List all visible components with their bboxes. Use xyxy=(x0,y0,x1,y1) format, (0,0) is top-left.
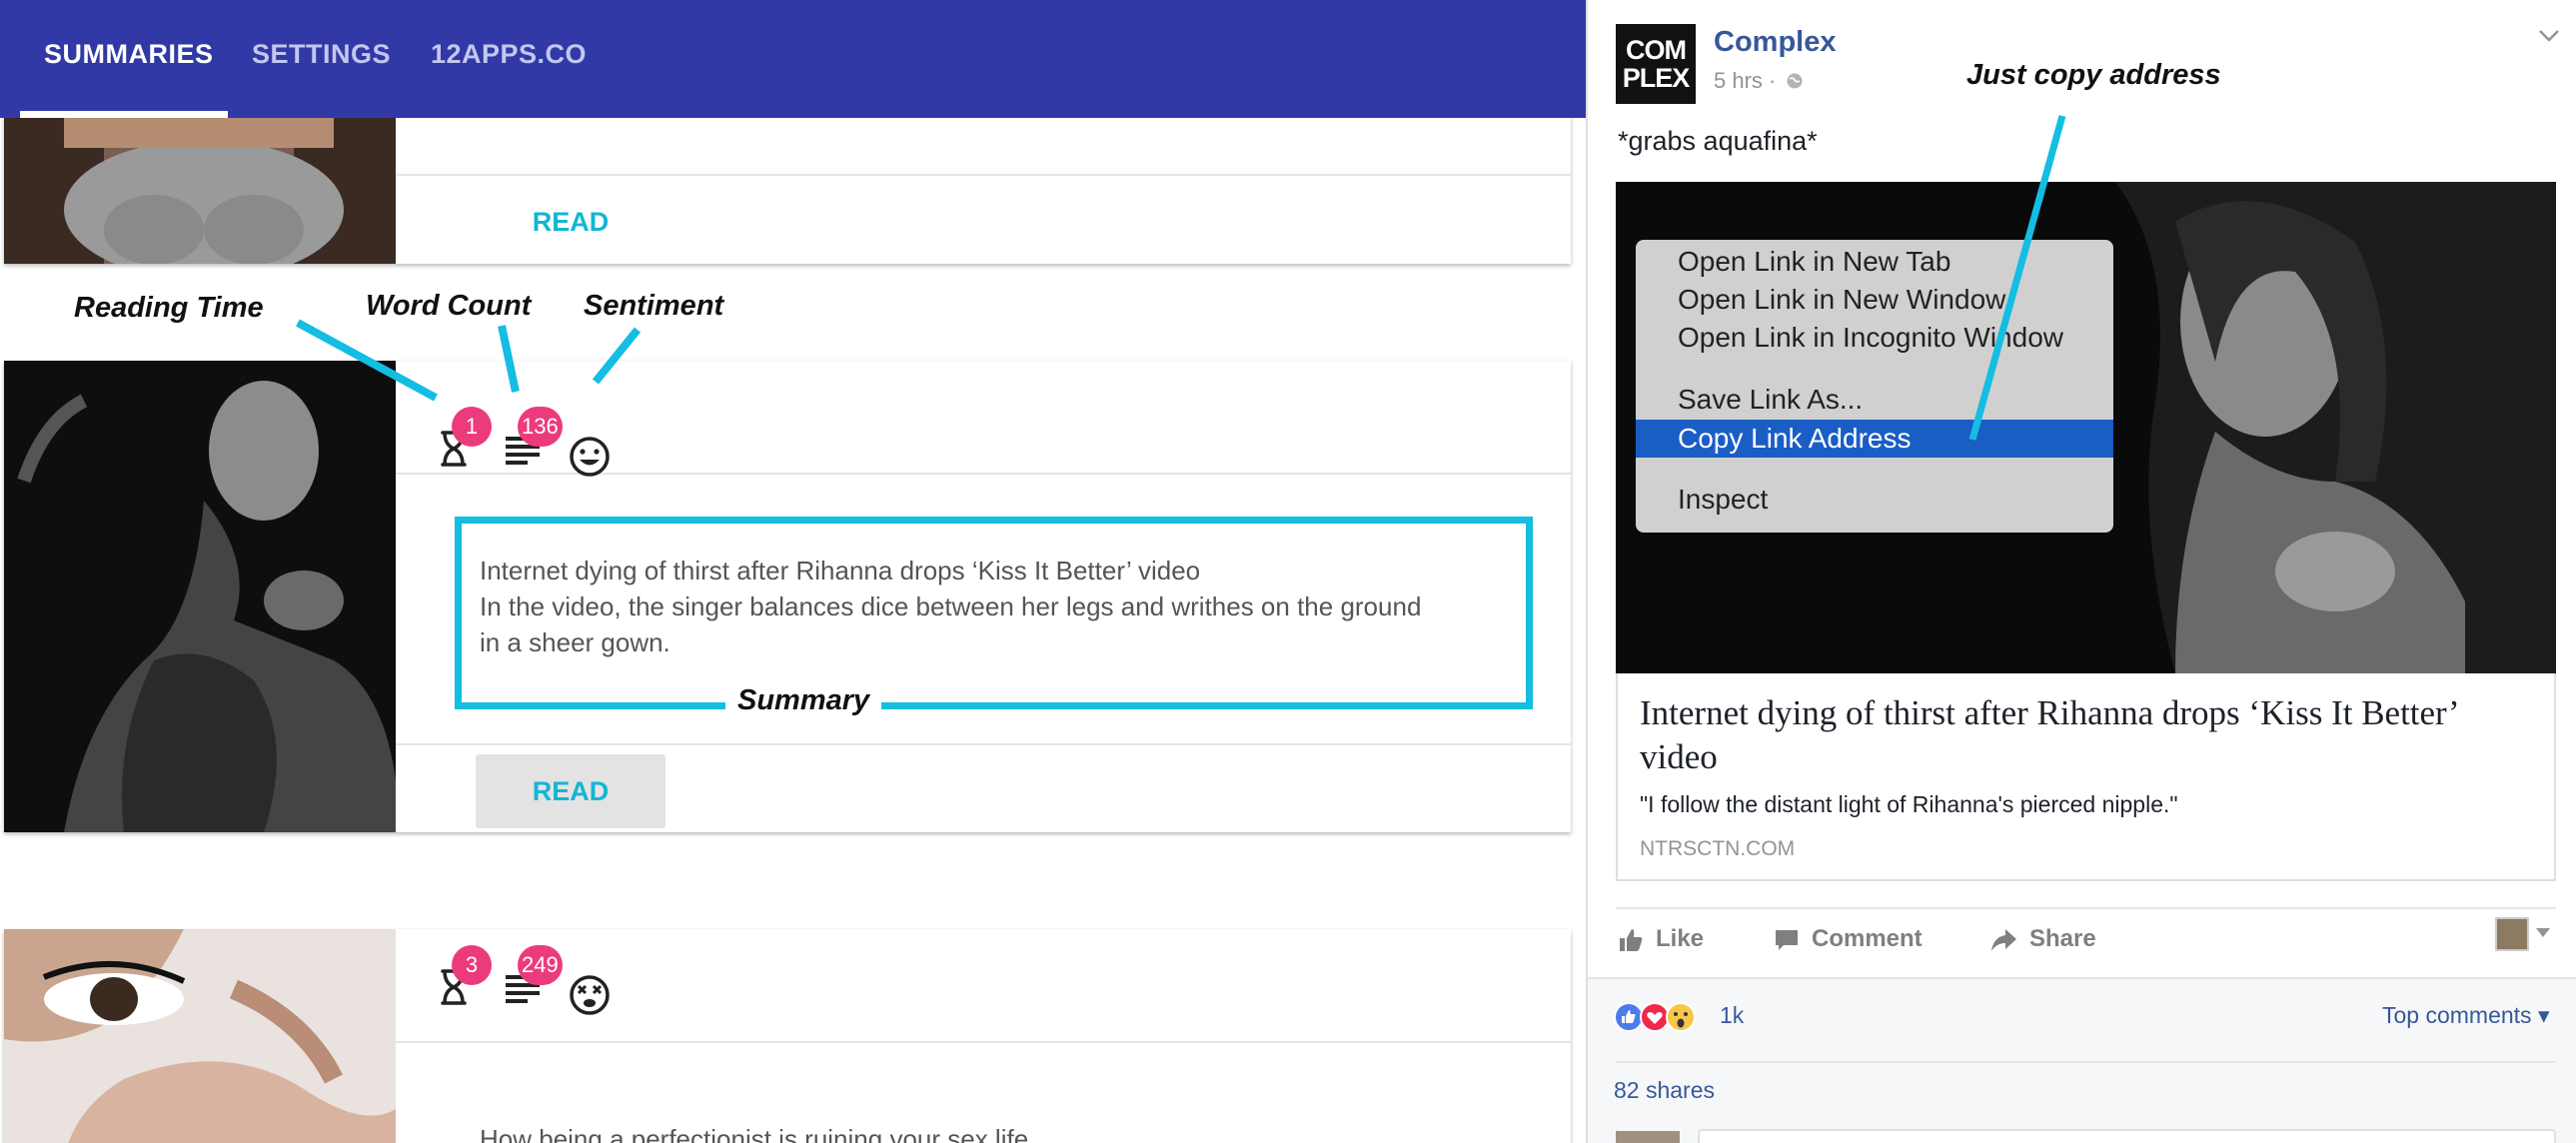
menu-item-copy-link-address[interactable]: Copy Link Address xyxy=(1636,420,2113,458)
annotation-summary: Summary xyxy=(725,684,882,717)
context-menu: Open Link in New Tab Open Link in New Wi… xyxy=(1636,240,2113,533)
menu-item-open-new-window[interactable]: Open Link in New Window xyxy=(1678,284,2005,316)
word-count-metric: 136 xyxy=(504,395,574,465)
summary-card-3: 3 249 How being a perfectionist is ruini… xyxy=(4,929,1571,1143)
annotation-reading-time: Reading Time xyxy=(74,292,264,324)
menu-separator xyxy=(1636,472,2113,474)
comment-button[interactable]: Comment xyxy=(1774,925,1923,953)
card-divider xyxy=(396,174,1571,176)
menu-item-inspect[interactable]: Inspect xyxy=(1678,484,1768,516)
shares-count[interactable]: 82 shares xyxy=(1614,1077,1715,1104)
read-button[interactable]: READ xyxy=(476,185,665,259)
post-caption: *grabs aquafina* xyxy=(1618,126,1818,156)
top-nav-bar: SUMMARIES SETTINGS 12APPS.CO xyxy=(0,0,1586,118)
smile-face-icon xyxy=(570,437,610,477)
word-count-badge: 136 xyxy=(518,407,563,447)
menu-item-save-link-as[interactable]: Save Link As... xyxy=(1678,384,1863,416)
link-description: "I follow the distant light of Rihanna's… xyxy=(1640,791,2178,817)
summary-title: How being a perfectionist is ruining you… xyxy=(480,1124,1029,1143)
comment-input[interactable] xyxy=(1698,1129,2556,1143)
top-comments-dropdown[interactable]: Top comments ▾ xyxy=(2382,1002,2550,1029)
post-timestamp[interactable]: 5 hrs · xyxy=(1714,68,1804,94)
tab-summaries[interactable]: SUMMARIES xyxy=(44,0,214,118)
actions-divider xyxy=(1616,907,2556,909)
menu-separator xyxy=(1636,372,2113,374)
link-domain: NTRSCTN.COM xyxy=(1640,837,1796,860)
menu-item-open-new-tab[interactable]: Open Link in New Tab xyxy=(1678,246,1950,278)
tab-settings[interactable]: SETTINGS xyxy=(252,0,391,118)
word-count-badge: 249 xyxy=(518,945,563,985)
chevron-down-icon[interactable] xyxy=(2537,28,2561,44)
reaction-icons[interactable] xyxy=(1613,1001,1715,1033)
active-tab-indicator xyxy=(20,111,228,118)
read-button[interactable]: READ xyxy=(476,754,665,828)
share-arrow-icon xyxy=(1991,928,2016,951)
post-image[interactable]: Open Link in New Tab Open Link in New Wi… xyxy=(1616,182,2556,673)
share-button[interactable]: Share xyxy=(1989,925,2096,953)
reading-time-metric: 1 xyxy=(436,395,492,467)
reading-time-badge: 1 xyxy=(452,407,492,447)
summary-highlight-box xyxy=(455,517,1533,709)
logo-text-line-1: COM xyxy=(1626,35,1687,65)
annotation-word-count: Word Count xyxy=(366,290,532,322)
link-title[interactable]: Internet dying of thirst after Rihanna d… xyxy=(1640,691,2519,779)
thumbs-up-icon xyxy=(1620,928,1643,951)
tab-12apps[interactable]: 12APPS.CO xyxy=(431,0,587,118)
link-preview[interactable]: Internet dying of thirst after Rihanna d… xyxy=(1616,673,2556,881)
page-name-link[interactable]: Complex xyxy=(1714,26,1836,59)
annotation-copy-address: Just copy address xyxy=(1966,59,2221,91)
card-thumbnail xyxy=(4,361,396,832)
timestamp-text: 5 hrs · xyxy=(1714,68,1777,93)
comment-icon xyxy=(1776,929,1798,950)
footer-divider xyxy=(1616,1061,2556,1063)
logo-text-line-2: PLEX xyxy=(1622,63,1691,93)
card-divider xyxy=(396,743,1571,745)
card-divider xyxy=(396,1041,1571,1043)
globe-icon xyxy=(1787,73,1803,89)
comment-label: Comment xyxy=(1812,925,1923,952)
top-comments-label: Top comments xyxy=(2382,1002,2532,1028)
like-button[interactable]: Like xyxy=(1618,925,1704,953)
caret-down-icon[interactable] xyxy=(2535,927,2551,939)
facebook-post: COM PLEX Complex 5 hrs · *grabs aquafina… xyxy=(1586,0,2576,1143)
card-thumbnail xyxy=(4,929,396,1143)
menu-item-open-incognito[interactable]: Open Link in Incognito Window xyxy=(1678,322,2063,354)
reading-time-metric: 3 xyxy=(436,933,492,1005)
annotation-sentiment: Sentiment xyxy=(584,290,724,322)
reading-time-badge: 3 xyxy=(452,945,492,985)
share-label: Share xyxy=(2029,925,2096,952)
dizzy-face-icon xyxy=(570,975,610,1015)
avatar[interactable] xyxy=(2495,917,2529,951)
like-label: Like xyxy=(1656,925,1705,952)
word-count-metric: 249 xyxy=(504,933,574,1003)
reaction-count[interactable]: 1k xyxy=(1720,1002,1744,1029)
complex-logo[interactable]: COM PLEX xyxy=(1616,24,1696,104)
commenter-avatar xyxy=(1616,1131,1680,1143)
